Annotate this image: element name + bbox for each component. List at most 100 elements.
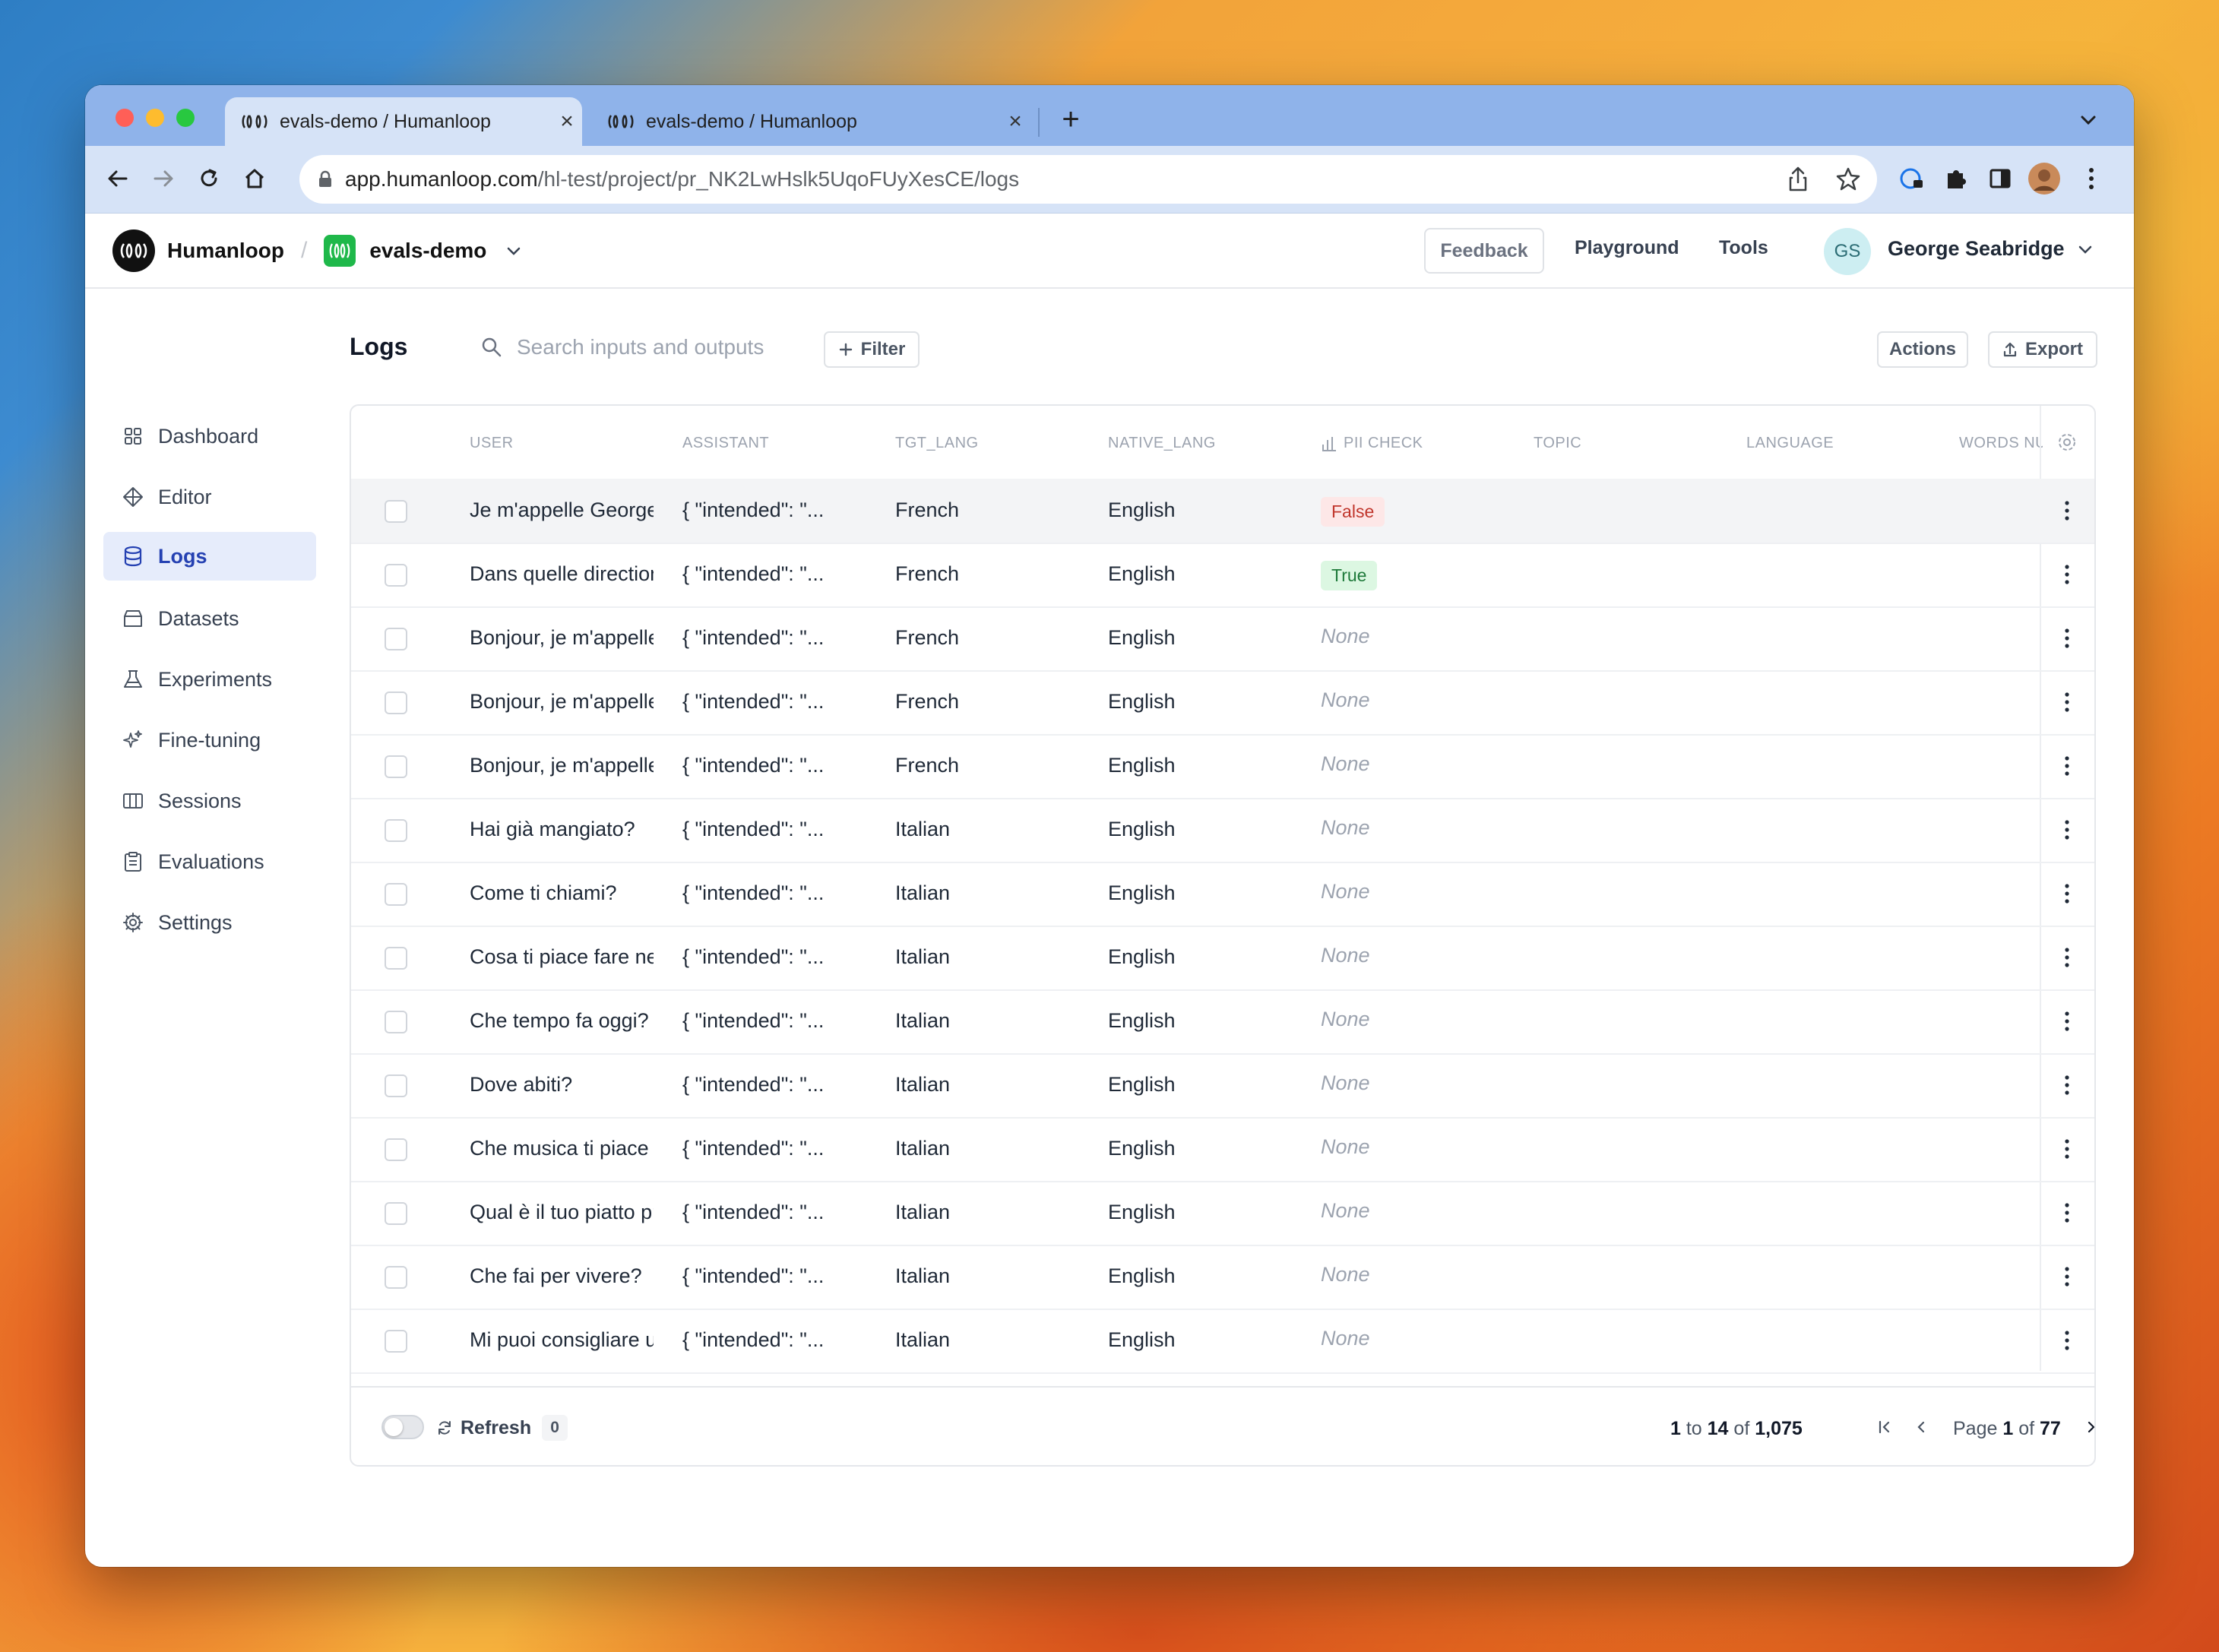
column-header-topic[interactable]: TOPIC bbox=[1534, 435, 1581, 452]
row-menu-button[interactable] bbox=[2058, 1135, 2076, 1163]
column-header-words-num[interactable]: WORDS NU bbox=[1959, 435, 2043, 452]
tools-link[interactable]: Tools bbox=[1719, 237, 1768, 259]
row-checkbox[interactable] bbox=[385, 1330, 407, 1353]
chevron-down-icon[interactable] bbox=[2076, 240, 2094, 258]
new-tab-button[interactable]: + bbox=[1052, 100, 1090, 138]
sidebar-item-logs[interactable]: Logs bbox=[103, 532, 316, 581]
first-page-button[interactable] bbox=[1869, 1412, 1900, 1442]
avatar[interactable]: GS bbox=[1824, 228, 1871, 275]
share-icon[interactable] bbox=[1783, 164, 1813, 195]
row-checkbox[interactable] bbox=[385, 1266, 407, 1289]
actions-button[interactable]: Actions bbox=[1877, 331, 1968, 368]
row-checkbox[interactable] bbox=[385, 564, 407, 587]
column-header-tgt-lang[interactable]: TGT_LANG bbox=[895, 435, 979, 452]
extensions-puzzle-icon[interactable] bbox=[1938, 160, 1974, 197]
browser-menu-icon[interactable] bbox=[2073, 160, 2110, 197]
table-row[interactable]: Bonjour, je m'appelle { "intended": "... F… bbox=[351, 670, 2094, 736]
row-menu-button[interactable] bbox=[2058, 1071, 2076, 1099]
close-window-button[interactable] bbox=[116, 109, 134, 127]
previous-page-button[interactable] bbox=[1906, 1412, 1936, 1442]
browser-tab[interactable]: evals-demo / Humanloop × bbox=[591, 97, 1030, 146]
sidebar-item-fine-tuning[interactable]: Fine-tuning bbox=[103, 716, 316, 764]
table-row[interactable]: Je m'appelle George { "intended": "... Fre… bbox=[351, 479, 2094, 544]
auto-refresh-toggle[interactable] bbox=[381, 1415, 424, 1439]
column-header-language[interactable]: LANGUAGE bbox=[1746, 435, 1834, 452]
browser-tab-active[interactable]: evals-demo / Humanloop × bbox=[225, 97, 582, 146]
forward-button[interactable] bbox=[144, 160, 182, 198]
tab-search-chevron-icon[interactable] bbox=[2073, 105, 2103, 135]
row-checkbox[interactable] bbox=[385, 691, 407, 714]
project-name[interactable]: evals-demo bbox=[369, 239, 486, 263]
extension-password-icon[interactable] bbox=[1894, 160, 1930, 197]
humanloop-logo-icon[interactable] bbox=[112, 229, 155, 272]
row-checkbox[interactable] bbox=[385, 1074, 407, 1097]
table-row[interactable]: Cosa ti piace fare nel { "intended": "...… bbox=[351, 926, 2094, 991]
table-row[interactable]: Dans quelle direction { "intended": "... F… bbox=[351, 543, 2094, 608]
profile-avatar-icon[interactable] bbox=[2026, 160, 2062, 197]
row-checkbox[interactable] bbox=[385, 883, 407, 906]
table-row[interactable]: Dove abiti? { "intended": "... Italian Engl… bbox=[351, 1053, 2094, 1119]
chevron-down-icon[interactable] bbox=[505, 242, 523, 260]
sidebar-item-evaluations[interactable]: Evaluations bbox=[103, 837, 316, 886]
sidebar-item-experiments[interactable]: Experiments bbox=[103, 655, 316, 704]
row-checkbox[interactable] bbox=[385, 1138, 407, 1161]
table-row[interactable]: Hai già mangiato? { "intended": "... Itali… bbox=[351, 798, 2094, 863]
table-row[interactable]: Qual è il tuo piatto preferito { "intende… bbox=[351, 1181, 2094, 1246]
address-bar[interactable]: app.humanloop.com/hl-test/project/pr_NK2… bbox=[299, 155, 1877, 204]
row-menu-button[interactable] bbox=[2058, 752, 2076, 780]
org-name[interactable]: Humanloop bbox=[167, 239, 284, 263]
row-checkbox[interactable] bbox=[385, 819, 407, 842]
row-menu-button[interactable] bbox=[2058, 880, 2076, 907]
column-header-assistant[interactable]: ASSISTANT bbox=[682, 435, 769, 452]
search-input[interactable] bbox=[515, 334, 807, 360]
column-header-user[interactable]: USER bbox=[470, 435, 514, 452]
feedback-button[interactable]: Feedback bbox=[1424, 228, 1544, 274]
side-panel-icon[interactable] bbox=[1982, 160, 2018, 197]
sidebar-item-datasets[interactable]: Datasets bbox=[103, 594, 316, 643]
table-row[interactable]: Bonjour, je m'appelle { "intended": "... F… bbox=[351, 606, 2094, 672]
row-checkbox[interactable] bbox=[385, 628, 407, 650]
row-menu-button[interactable] bbox=[2058, 625, 2076, 652]
filter-button[interactable]: Filter bbox=[824, 331, 920, 368]
table-row[interactable]: Bonjour, je m'appelle { "intended": "... F… bbox=[351, 734, 2094, 799]
user-name[interactable]: George Seabridge bbox=[1888, 237, 2065, 261]
row-menu-button[interactable] bbox=[2058, 497, 2076, 524]
export-button[interactable]: Export bbox=[1988, 331, 2097, 368]
row-menu-button[interactable] bbox=[2058, 1008, 2076, 1035]
row-checkbox[interactable] bbox=[385, 1202, 407, 1225]
playground-link[interactable]: Playground bbox=[1575, 237, 1679, 259]
next-page-button[interactable] bbox=[2076, 1412, 2094, 1442]
row-checkbox[interactable] bbox=[385, 1011, 407, 1033]
bookmark-star-icon[interactable] bbox=[1833, 164, 1863, 195]
row-menu-button[interactable] bbox=[2058, 1199, 2076, 1226]
row-menu-button[interactable] bbox=[2058, 688, 2076, 716]
sidebar-item-dashboard[interactable]: Dashboard bbox=[103, 412, 316, 460]
row-checkbox[interactable] bbox=[385, 755, 407, 778]
sidebar-item-settings[interactable]: Settings bbox=[103, 898, 316, 947]
tab-close-icon[interactable]: × bbox=[552, 109, 582, 135]
row-menu-button[interactable] bbox=[2058, 1327, 2076, 1354]
row-checkbox[interactable] bbox=[385, 947, 407, 970]
sidebar-item-sessions[interactable]: Sessions bbox=[103, 777, 316, 825]
row-checkbox[interactable] bbox=[385, 500, 407, 523]
home-button[interactable] bbox=[236, 160, 274, 198]
row-menu-button[interactable] bbox=[2058, 944, 2076, 971]
row-menu-button[interactable] bbox=[2058, 1263, 2076, 1290]
table-row[interactable]: Che fai per vivere? { "intended": "... Ita… bbox=[351, 1245, 2094, 1310]
table-row[interactable]: Come ti chiami? { "intended": "... Italian… bbox=[351, 862, 2094, 927]
table-row[interactable]: Che musica ti piace { "intended": "... Ita… bbox=[351, 1117, 2094, 1182]
row-menu-button[interactable] bbox=[2058, 561, 2076, 588]
search-box[interactable] bbox=[480, 328, 860, 366]
maximize-window-button[interactable] bbox=[176, 109, 195, 127]
reload-button[interactable] bbox=[190, 160, 228, 198]
column-header-native-lang[interactable]: NATIVE_LANG bbox=[1108, 435, 1216, 452]
back-button[interactable] bbox=[99, 160, 137, 198]
table-row[interactable]: Che tempo fa oggi? { "intended": "... Ital… bbox=[351, 989, 2094, 1055]
refresh-button[interactable]: Refresh 0 bbox=[436, 1415, 568, 1441]
table-row[interactable]: Mi puoi consigliare un { "intended": "...… bbox=[351, 1309, 2094, 1374]
tab-close-icon[interactable]: × bbox=[1000, 109, 1030, 135]
row-menu-button[interactable] bbox=[2058, 816, 2076, 843]
sidebar-item-editor[interactable]: Editor bbox=[103, 473, 316, 521]
column-header-pii-check[interactable]: PII CHECK bbox=[1321, 435, 1423, 452]
minimize-window-button[interactable] bbox=[146, 109, 164, 127]
